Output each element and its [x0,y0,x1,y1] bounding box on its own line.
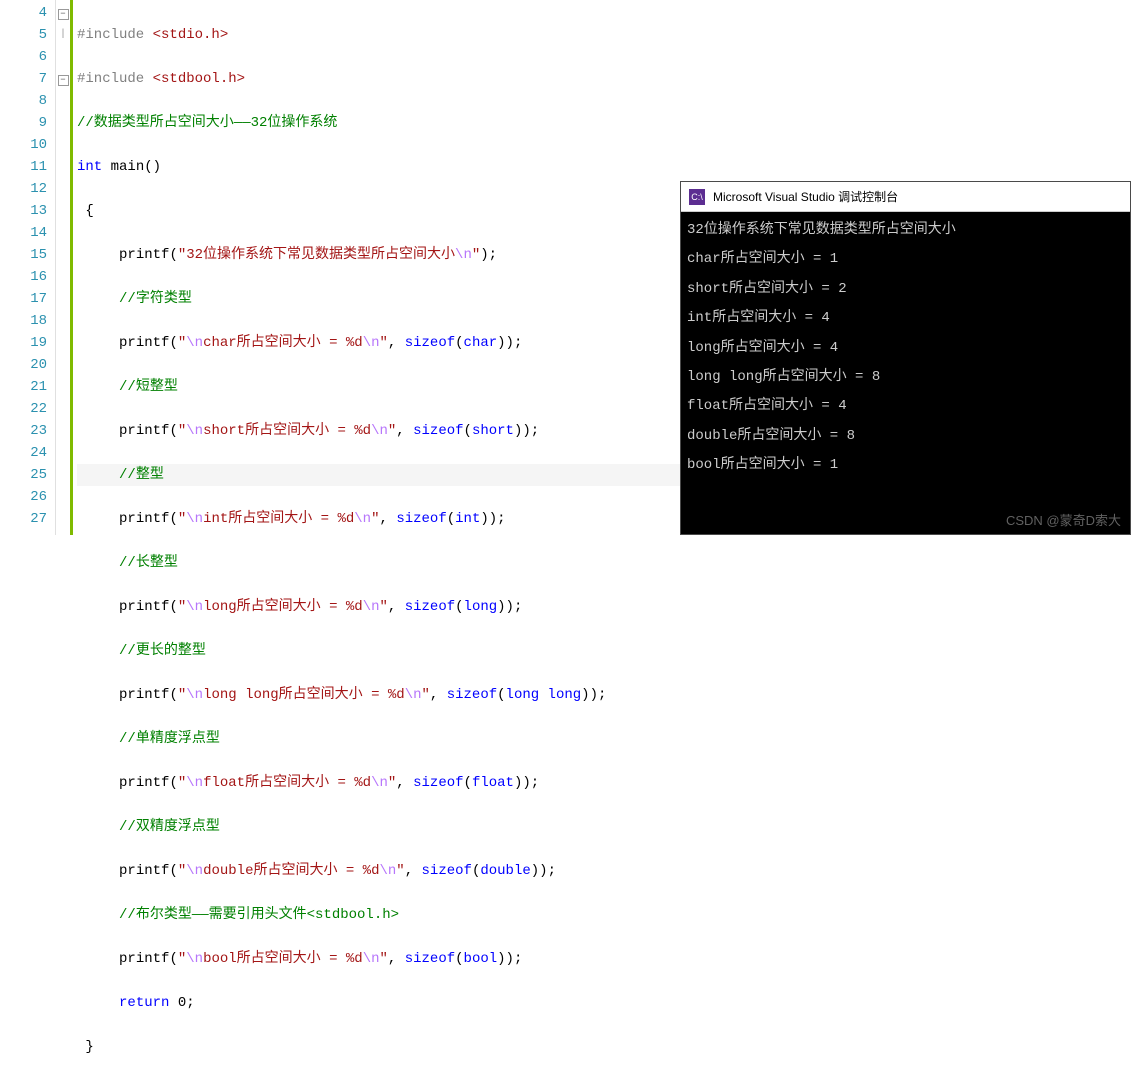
code-line: //布尔类型——需要引用头文件<stdbool.h> [77,904,680,926]
line-number: 14 [0,222,47,244]
code-line: //双精度浮点型 [77,816,680,838]
line-number: 11 [0,156,47,178]
fold-minus-icon[interactable]: − [58,75,69,86]
code-line: //短整型 [77,376,680,398]
code-line: printf("32位操作系统下常见数据类型所占空间大小\n"); [77,244,680,266]
line-number: 4 [0,2,47,24]
console-title: Microsoft Visual Studio 调试控制台 [713,188,898,205]
line-number: 27 [0,508,47,530]
code-line: { [77,200,680,222]
code-line: printf("\nshort所占空间大小 = %d\n", sizeof(sh… [77,420,680,442]
console-line: short所占空间大小 = 2 [687,275,1124,304]
line-number: 20 [0,354,47,376]
line-number: 6 [0,46,47,68]
line-number: 19 [0,332,47,354]
line-number: 25 [0,464,47,486]
line-number: 7 [0,68,47,90]
code-line: printf("\nchar所占空间大小 = %d\n", sizeof(cha… [77,332,680,354]
console-line: char所占空间大小 = 1 [687,245,1124,274]
console-line: bool所占空间大小 = 1 [687,451,1124,480]
line-number: 22 [0,398,47,420]
line-number: 16 [0,266,47,288]
console-line: int所占空间大小 = 4 [687,304,1124,333]
code-line: printf("\ndouble所占空间大小 = %d\n", sizeof(d… [77,860,680,882]
code-editor[interactable]: 4 5 6 7 8 9 10 11 12 13 14 15 16 17 18 1… [0,0,680,535]
fold-bar: | [56,24,70,46]
line-number: 18 [0,310,47,332]
line-number: 26 [0,486,47,508]
console-line: 32位操作系统下常见数据类型所占空间大小 [687,216,1124,245]
code-line: printf("\nbool所占空间大小 = %d\n", sizeof(boo… [77,948,680,970]
line-number: 15 [0,244,47,266]
code-line: //数据类型所占空间大小——32位操作系统 [77,112,680,134]
fold-column: − | − [55,0,73,535]
code-line: #include <stdio.h> [77,24,680,46]
code-line: //更长的整型 [77,640,680,662]
line-gutter: 4 5 6 7 8 9 10 11 12 13 14 15 16 17 18 1… [0,0,55,535]
line-number: 9 [0,112,47,134]
code-line: printf("\nlong long所占空间大小 = %d\n", sizeo… [77,684,680,706]
line-number: 21 [0,376,47,398]
console-line: double所占空间大小 = 8 [687,422,1124,451]
code-line: printf("\nlong所占空间大小 = %d\n", sizeof(lon… [77,596,680,618]
code-area[interactable]: #include <stdio.h> #include <stdbool.h> … [73,0,680,535]
line-number: 10 [0,134,47,156]
code-line: //单精度浮点型 [77,728,680,750]
code-line: printf("\nfloat所占空间大小 = %d\n", sizeof(fl… [77,772,680,794]
console-line: float所占空间大小 = 4 [687,392,1124,421]
code-line: } [77,1036,680,1058]
line-number: 5 [0,24,47,46]
csdn-watermark: CSDN @蒙奇D索大 [1006,510,1121,529]
line-number: 24 [0,442,47,464]
code-line: //长整型 [77,552,680,574]
line-number: 8 [0,90,47,112]
console-line: long long所占空间大小 = 8 [687,363,1124,392]
debug-console-window[interactable]: C:\ Microsoft Visual Studio 调试控制台 32位操作系… [680,181,1131,535]
line-number: 17 [0,288,47,310]
console-line: long所占空间大小 = 4 [687,334,1124,363]
line-number: 12 [0,178,47,200]
code-line: return 0; [77,992,680,1014]
console-output[interactable]: 32位操作系统下常见数据类型所占空间大小 char所占空间大小 = 1 shor… [681,212,1130,485]
code-line: printf("\nint所占空间大小 = %d\n", sizeof(int)… [77,508,680,530]
fold-minus-icon[interactable]: − [58,9,69,20]
line-number: 13 [0,200,47,222]
line-number: 23 [0,420,47,442]
console-titlebar[interactable]: C:\ Microsoft Visual Studio 调试控制台 [681,182,1130,212]
code-line: //整型 [77,464,680,486]
code-line: #include <stdbool.h> [77,68,680,90]
console-app-icon: C:\ [689,189,705,205]
code-line: //字符类型 [77,288,680,310]
code-line: int main() [77,156,680,178]
